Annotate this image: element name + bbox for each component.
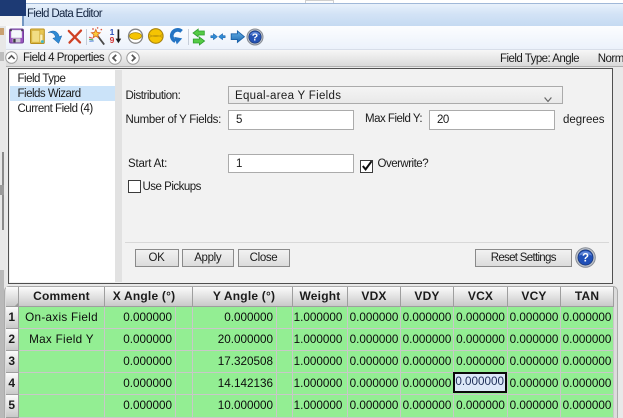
- svg-text:?: ?: [251, 32, 257, 44]
- svg-text:9: 9: [109, 35, 114, 45]
- svg-text:?: ?: [582, 253, 589, 265]
